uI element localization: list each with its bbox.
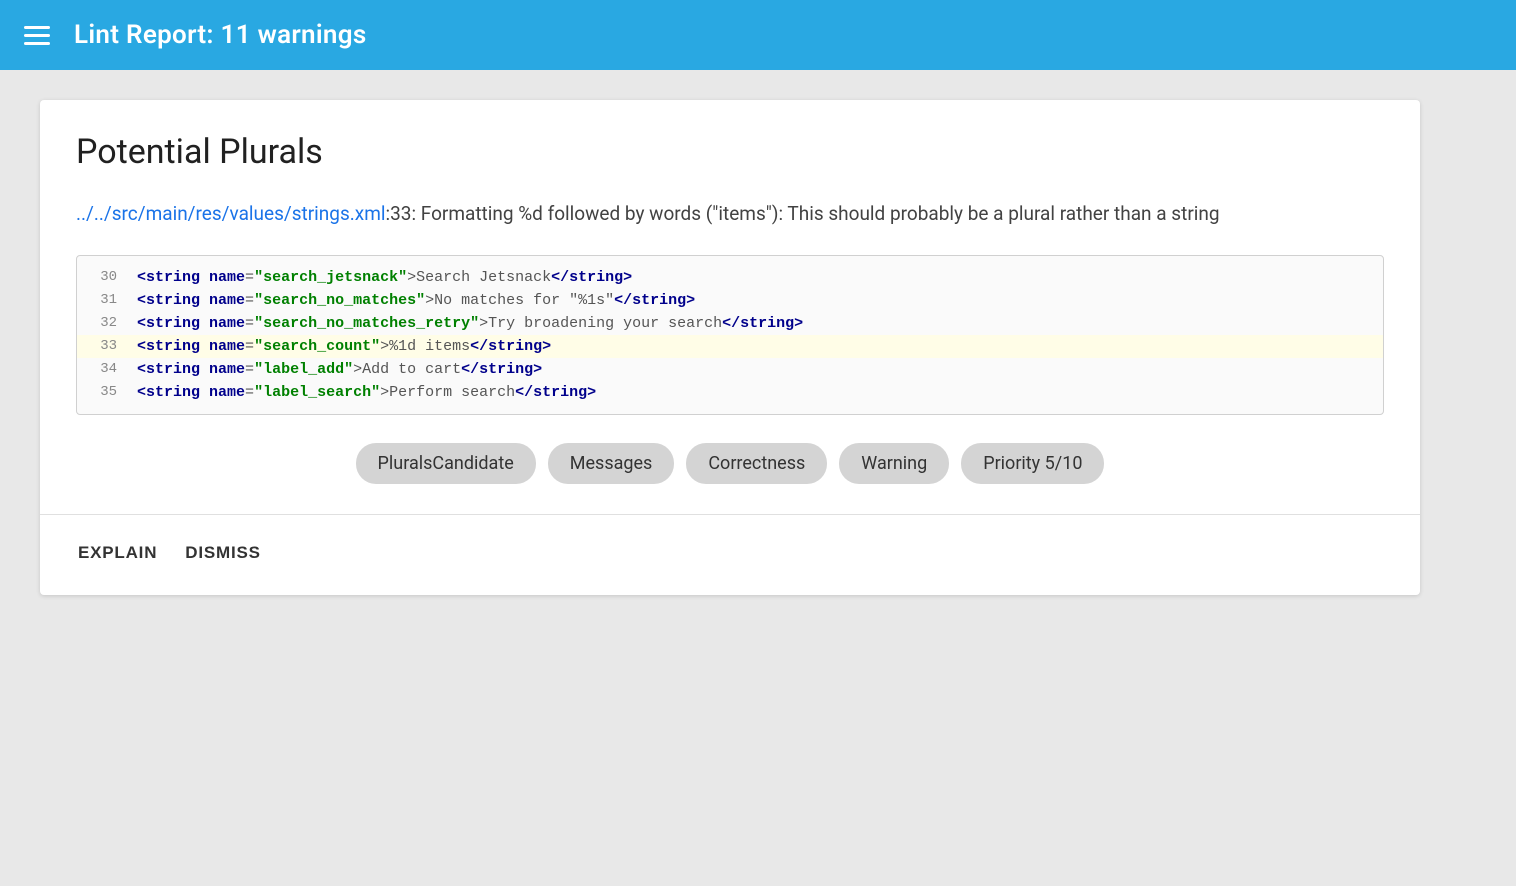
line-number: 34 (77, 361, 137, 377)
code-block: 30 <string name="search_jetsnack">Search… (76, 255, 1384, 415)
line-number: 31 (77, 292, 137, 308)
topbar-title: Lint Report: 11 warnings (74, 20, 367, 50)
topbar: Lint Report: 11 warnings (0, 0, 1516, 70)
content-area: Potential Plurals ../../src/main/res/val… (0, 70, 1516, 625)
line-number: 32 (77, 315, 137, 331)
code-line-highlighted: 33 <string name="search_count">%1d items… (77, 335, 1383, 358)
line-number: 35 (77, 384, 137, 400)
tag-warning[interactable]: Warning (839, 443, 949, 484)
issue-description-text: :33: Formatting %d followed by words ("i… (385, 202, 1219, 225)
code-line: 35 <string name="label_search">Perform s… (77, 381, 1383, 404)
line-number: 33 (77, 338, 137, 354)
card-title: Potential Plurals (76, 132, 1384, 172)
code-line: 34 <string name="label_add">Add to cart<… (77, 358, 1383, 381)
code-text: <string name="search_no_matches">No matc… (137, 292, 695, 309)
tag-messages[interactable]: Messages (548, 443, 675, 484)
tags-row: PluralsCandidate Messages Correctness Wa… (76, 443, 1384, 484)
issue-file-link[interactable]: ../../src/main/res/values/strings.xml (76, 202, 385, 225)
divider (40, 514, 1420, 515)
code-text: <string name="label_add">Add to cart</st… (137, 361, 542, 378)
code-text: <string name="search_jetsnack">Search Je… (137, 269, 632, 286)
lint-card: Potential Plurals ../../src/main/res/val… (40, 100, 1420, 595)
menu-icon[interactable] (24, 26, 50, 45)
code-text: <string name="search_no_matches_retry">T… (137, 315, 803, 332)
tag-correctness[interactable]: Correctness (686, 443, 827, 484)
code-text: <string name="search_count">%1d items</s… (137, 338, 551, 355)
code-text: <string name="label_search">Perform sear… (137, 384, 596, 401)
dismiss-button[interactable]: DISMISS (183, 539, 263, 567)
code-line: 31 <string name="search_no_matches">No m… (77, 289, 1383, 312)
tag-priority[interactable]: Priority 5/10 (961, 443, 1104, 484)
code-line: 32 <string name="search_no_matches_retry… (77, 312, 1383, 335)
issue-description: ../../src/main/res/values/strings.xml:33… (76, 200, 1384, 229)
code-line: 30 <string name="search_jetsnack">Search… (77, 266, 1383, 289)
tag-plurals-candidate[interactable]: PluralsCandidate (356, 443, 536, 484)
explain-button[interactable]: EXPLAIN (76, 539, 159, 567)
footer-buttons: EXPLAIN DISMISS (76, 535, 1384, 567)
line-number: 30 (77, 269, 137, 285)
